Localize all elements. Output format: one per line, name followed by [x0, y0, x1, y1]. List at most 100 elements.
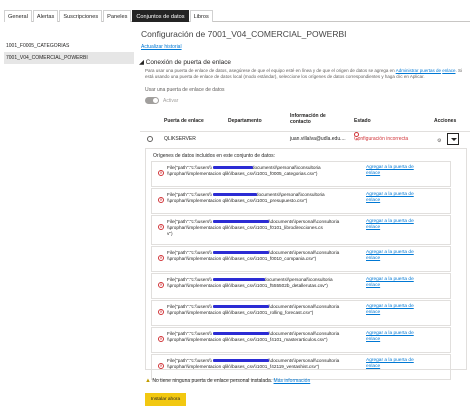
data-source-path-start: File("path":"c:\\users\\ — [167, 219, 212, 224]
col-actions: Acciones — [434, 118, 457, 124]
manage-gateways-link[interactable]: Administrar puertas de — [396, 68, 441, 73]
use-gateway-label: Usar una puerta de enlace de datos — [145, 87, 225, 93]
data-source-path-tail: v") — [167, 231, 173, 236]
add-to-gateway-link[interactable]: Agregar a la puerta de enlace — [366, 165, 418, 178]
data-source-row: ✕ File("path":"c:\\users\\ documents\\pers… — [151, 273, 451, 299]
tab-alertas[interactable]: Alertas — [32, 10, 59, 22]
gateway-desc-text: Para usar una puerta de enlace de datos,… — [145, 68, 396, 73]
redaction-mark — [213, 305, 269, 308]
dataset-item[interactable]: 1001_F0005_CATEGORIAS — [4, 40, 134, 52]
data-source-path-mid: \\documents\\personal\\consultoria — [267, 304, 340, 309]
gateway-table-header: Puerta de enlace Departamento Informació… — [140, 112, 470, 132]
data-source-path-end: \\prophar\\implementacion qlik\\bases_cs… — [167, 310, 314, 315]
add-to-gateway-link[interactable]: Agregar a la puerta de enlace — [366, 219, 418, 232]
chevron-down-icon — [451, 138, 457, 141]
gateway-radio[interactable] — [147, 136, 153, 142]
expand-button[interactable] — [447, 133, 459, 145]
gateway-status-text: Configuración incorrecta — [354, 136, 409, 142]
error-icon: ✕ — [158, 336, 164, 342]
col-status: Estado — [354, 118, 371, 124]
redaction-mark — [213, 278, 265, 281]
settings-tabs: General Alertas Suscripciones Paneles Co… — [4, 10, 470, 22]
data-source-path-mid: documents\\personal\\consultoria — [255, 192, 325, 197]
tab-paneles[interactable]: Paneles — [103, 10, 132, 22]
data-source-row: ✕ File("path":"c:\\users\\ \\documents\\pe… — [151, 215, 451, 245]
data-source-row: ✕ File("path":"c:\\users\\ \\documents\\pe… — [151, 300, 451, 326]
data-source-path-start: File("path":"c:\\users\\ — [167, 165, 212, 170]
gateway-contact: juan.villalva@udla.edu.... — [290, 136, 346, 142]
data-source-path-end: \\prophar\\implementacion qlik\\bases_cs… — [167, 283, 328, 288]
data-source-row: ✕ File("path":"c:\\users\\ \\documents\\pe… — [151, 327, 451, 353]
gateway-row[interactable]: QLIKSERVER juan.villalva@udla.edu.... ✕ … — [140, 132, 470, 146]
gear-icon[interactable]: ⚙ — [437, 134, 441, 148]
gateway-name: QLIKSERVER — [164, 136, 196, 142]
data-source-path-end: \\prophar\\implementacion qlik\\bases_cs… — [167, 198, 308, 203]
warning-text: No tiene ninguna puerta de enlace person… — [152, 378, 273, 384]
data-source-path-start: File("path":"c:\\users\\ — [167, 304, 212, 309]
add-to-gateway-link[interactable]: Agregar a la puerta de enlace — [366, 331, 418, 344]
add-to-gateway-link[interactable]: Agregar a la puerta de enlace — [366, 304, 418, 317]
data-source-path-mid: \\documents\\personal\\consultoria — [267, 358, 340, 363]
add-to-gateway-link[interactable]: Agregar a la puerta de enlace — [366, 192, 418, 205]
data-source-path-mid: documents\\personal\\consultoria — [263, 277, 333, 282]
data-source-path-end: \\prophar\\implementacion qlik\\bases_cs… — [167, 225, 323, 230]
data-source-path-start: File("path":"c:\\users\\ — [167, 277, 212, 282]
install-now-button[interactable]: Instalar ahora — [145, 393, 186, 406]
data-source-row: ✕ File("path":"c:\\users\\ \\documents\\pe… — [151, 354, 451, 380]
data-source-path-end: \\prophar\\implementacion qlik\\bases_cs… — [167, 256, 317, 261]
gateway-section-title[interactable]: ◢ Conexión de puerta de enlace — [139, 58, 231, 66]
error-icon: ✕ — [158, 197, 164, 203]
redaction-mark — [213, 220, 269, 223]
page-title: Configuración de 7001_V04_COMERCIAL_POWE… — [141, 29, 347, 39]
data-source-path-start: File("path":"c:\\users\\ — [167, 358, 212, 363]
data-source-path-end: \\prophar\\implementacion qlik\\bases_cs… — [167, 171, 318, 176]
manage-gateways-link-2[interactable]: enlace — [442, 68, 455, 73]
gateway-section-title-text: Conexión de puerta de enlace — [145, 59, 231, 66]
data-source-path-end: \\prophar\\implementacion qlik\\bases_cs… — [167, 364, 320, 369]
tab-conjuntos-de-datos[interactable]: Conjuntos de datos — [132, 10, 189, 22]
data-source-path: File("path":"c:\\users\\ documents\\perso… — [167, 192, 357, 204]
data-source-path-mid: \\documents\\personal\\consultoria — [267, 250, 340, 255]
more-info-link[interactable]: Más información — [274, 378, 311, 384]
toggle-knob — [153, 98, 158, 103]
use-gateway-toggle[interactable] — [145, 97, 159, 104]
data-source-path-end: \\prophar\\implementacion qlik\\bases_cs… — [167, 337, 328, 342]
redaction-mark — [213, 166, 253, 169]
data-sources-heading: Orígenes de datos incluidos en este conj… — [153, 153, 276, 159]
data-source-path-start: File("path":"c:\\users\\ — [167, 250, 212, 255]
add-to-gateway-link[interactable]: Agregar a la puerta de enlace — [366, 250, 418, 263]
refresh-history-link[interactable]: Actualizar historial — [141, 44, 182, 50]
data-source-path: File("path":"c:\\users\\ documents\\perso… — [167, 165, 357, 177]
data-source-path-mid: \\documents\\personal\\consultoria — [267, 219, 340, 224]
error-icon: ✕ — [158, 170, 164, 176]
data-source-path-mid: documents\\personal\\consultoria — [251, 165, 321, 170]
data-source-path-mid: \\documents\\personal\\consultoria — [267, 331, 340, 336]
add-to-gateway-link[interactable]: Agregar a la puerta de enlace — [366, 358, 418, 371]
error-icon: ✕ — [158, 255, 164, 261]
error-icon: ✕ — [158, 309, 164, 315]
data-source-row: ✕ File("path":"c:\\users\\ \\documents\\pe… — [151, 246, 451, 272]
col-contact: Información de contacto — [290, 113, 326, 125]
add-to-gateway-link[interactable]: Agregar a la puerta de enlace — [366, 277, 418, 290]
tab-suscripciones[interactable]: Suscripciones — [59, 10, 103, 22]
data-source-path-start: File("path":"c:\\users\\ — [167, 192, 212, 197]
data-sources-panel: Orígenes de datos incluidos en este conj… — [145, 148, 467, 380]
error-icon: ✕ — [158, 224, 164, 230]
tab-general[interactable]: General — [4, 10, 32, 22]
col-department: Departamento — [228, 118, 262, 124]
error-icon: ✕ — [158, 282, 164, 288]
redaction-mark — [213, 332, 269, 335]
redaction-mark — [213, 193, 257, 196]
gateway-description: Para usar una puerta de enlace de datos,… — [145, 68, 467, 80]
col-gateway: Puerta de enlace — [164, 118, 204, 124]
data-source-row: ✕ File("path":"c:\\users\\ documents\\pers… — [151, 161, 451, 187]
toggle-label: Activar — [163, 98, 179, 104]
data-source-row: ✕ File("path":"c:\\users\\ documents\\pers… — [151, 188, 451, 214]
tab-libros[interactable]: Libros — [189, 10, 213, 22]
dataset-item-selected[interactable]: 7001_V04_COMERCIAL_POWERBI — [4, 52, 134, 64]
personal-gateway-warning: ▲ No tiene ninguna puerta de enlace pers… — [145, 378, 310, 384]
redaction-mark — [213, 359, 269, 362]
warning-icon: ▲ — [145, 378, 151, 384]
error-icon: ✕ — [158, 363, 164, 369]
redaction-mark — [213, 251, 269, 254]
